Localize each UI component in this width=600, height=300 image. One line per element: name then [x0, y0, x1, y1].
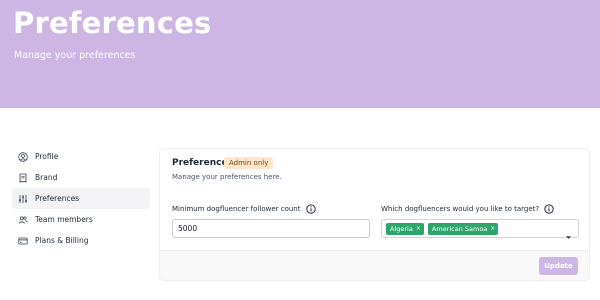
chevron-down-icon[interactable] — [565, 226, 572, 239]
page-subtitle: Manage your preferences — [14, 50, 136, 61]
chip-remove-icon[interactable]: × — [490, 225, 495, 232]
card-description: Manage your preferences here. — [172, 173, 282, 181]
update-button[interactable]: Update — [539, 257, 578, 275]
follower-count-label: Minimum dogfluencer follower count — [172, 204, 316, 214]
sidebar-item-label: Plans & Billing — [35, 236, 89, 245]
sidebar-item-brand[interactable]: Brand — [12, 167, 150, 188]
users-icon — [18, 215, 28, 225]
card-footer — [160, 250, 589, 280]
preferences-card: Preferences Admin only Manage your prefe… — [159, 148, 590, 281]
follower-count-input[interactable] — [172, 219, 370, 238]
user-circle-icon — [18, 151, 28, 162]
target-dogfluencers-label: Which dogfluencers would you like to tar… — [381, 204, 554, 214]
sidebar-item-preferences[interactable]: Preferences — [12, 188, 150, 209]
chip-label: American Samoa — [431, 224, 488, 233]
sidebar-item-profile[interactable]: Profile — [12, 146, 150, 167]
page-title: Preferences — [13, 6, 212, 40]
settings-sidebar: Profile Brand Preferences Team members P… — [12, 146, 150, 251]
chip-label: Algeria — [390, 224, 413, 233]
sliders-icon — [18, 194, 28, 204]
page-header: Preferences Manage your preferences — [0, 0, 600, 108]
sidebar-item-team-members[interactable]: Team members — [12, 209, 150, 230]
follower-count-label-text: Minimum dogfluencer follower count — [172, 205, 301, 213]
admin-only-badge: Admin only — [224, 157, 274, 169]
sidebar-item-label: Profile — [35, 152, 59, 161]
chip-remove-icon[interactable]: × — [416, 225, 421, 232]
sidebar-item-label: Brand — [35, 173, 58, 182]
receipt-icon — [18, 173, 28, 183]
selected-chip-algeria: Algeria × — [386, 222, 424, 235]
selected-chip-american-samoa: American Samoa × — [427, 222, 499, 235]
sidebar-item-label: Preferences — [35, 194, 80, 203]
info-circle-icon[interactable] — [305, 204, 316, 214]
sidebar-item-label: Team members — [35, 215, 93, 224]
credit-card-icon — [18, 236, 28, 246]
target-dogfluencers-select[interactable]: Algeria × American Samoa × — [381, 219, 579, 239]
target-dogfluencers-label-text: Which dogfluencers would you like to tar… — [381, 205, 540, 213]
info-circle-icon[interactable] — [544, 204, 554, 214]
sidebar-item-plans-billing[interactable]: Plans & Billing — [12, 230, 150, 251]
